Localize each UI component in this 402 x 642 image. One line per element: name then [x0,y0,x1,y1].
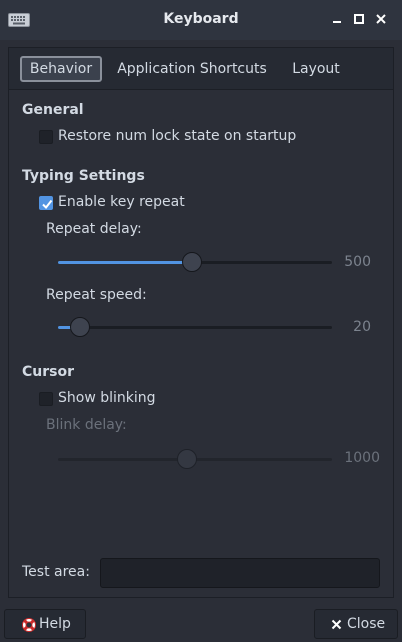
maximize-icon[interactable] [352,12,366,26]
tab-behavior[interactable]: Behavior [20,56,102,82]
repeat-speed-label: Repeat speed: [46,287,147,303]
repeat-speed-slider[interactable] [58,317,332,337]
cursor-heading: Cursor [22,364,75,380]
help-label: Help [39,616,71,632]
behavior-panel [8,90,394,598]
repeat-delay-label: Repeat delay: [46,221,142,237]
slider-handle[interactable] [182,252,203,272]
close-button[interactable]: Close [314,609,398,639]
lifebuoy-icon [22,618,36,632]
show-blinking-checkbox[interactable] [39,392,53,406]
typing-settings-heading: Typing Settings [22,168,145,184]
slider-fill [58,261,193,264]
blink-delay-label: Blink delay: [46,417,127,433]
repeat-delay-slider[interactable] [58,252,332,272]
checkmark-icon [42,199,53,210]
general-heading: General [22,102,84,118]
close-label: Close [347,616,386,632]
close-icon [331,619,342,630]
blink-delay-slider [58,449,332,469]
close-icon[interactable] [374,12,388,26]
minimize-icon[interactable] [330,12,344,26]
tab-application-shortcuts[interactable]: Application Shortcuts [113,56,271,82]
numlock-checkbox[interactable] [39,130,53,144]
slider-handle[interactable] [69,317,90,337]
repeat-delay-value: 500 [344,254,371,270]
key-repeat-label[interactable]: Enable key repeat [58,194,185,210]
show-blinking-label[interactable]: Show blinking [58,390,156,406]
slider-track [58,326,332,329]
numlock-label[interactable]: Restore num lock state on startup [58,128,296,144]
title-bar: Keyboard [0,0,402,40]
help-button[interactable]: Help [4,609,86,639]
key-repeat-checkbox[interactable] [39,196,53,210]
tab-bar: Behavior Application Shortcuts Layout [8,47,394,90]
blink-delay-value: 1000 [344,450,380,466]
test-area-label: Test area: [22,564,90,580]
slider-handle [176,449,197,469]
repeat-speed-value: 20 [353,319,371,335]
tab-layout[interactable]: Layout [285,56,347,82]
test-area-input[interactable] [100,558,380,588]
